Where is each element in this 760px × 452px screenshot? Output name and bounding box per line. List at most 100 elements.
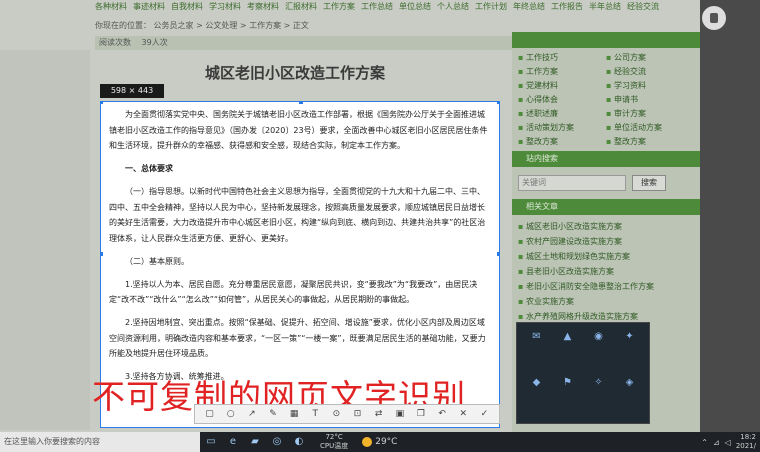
chevron-up-icon[interactable]: ⌃	[701, 438, 708, 447]
article-paragraph: 1.坚持以人为本、居民自愿。充分尊重居民意愿，凝聚居民共识，变“要我改”为“我要…	[109, 279, 478, 305]
system-tray: ⌃ ⊿ ◁ 18:2 2021/	[701, 433, 760, 451]
pin-tool-icon[interactable]: ⊙	[330, 409, 342, 419]
weather-temp: 29°C	[375, 437, 398, 447]
resize-handle[interactable]	[497, 102, 499, 104]
sidebar-category-grid: 工作技巧公司方案工作方案经验交流党建材料学习资料心得体会申请书述职述廉审计方案活…	[512, 48, 700, 151]
ellipse-tool-icon[interactable]: ○	[225, 409, 237, 419]
resize-handle[interactable]	[497, 252, 499, 256]
sidebar-category-link[interactable]: 审计方案	[606, 108, 694, 119]
sidebar-category-link[interactable]: 工作技巧	[518, 52, 606, 63]
nav-link[interactable]: 事迹材料	[133, 2, 165, 11]
sidebar-category-link[interactable]: 活动策划方案	[518, 122, 606, 133]
view-count-value: 39人次	[141, 38, 168, 47]
related-article-link[interactable]: 城区土地和规划绿色实施方案	[518, 249, 694, 264]
clock-date: 2021/	[735, 442, 756, 450]
tray-app-icon[interactable]: ⚑	[556, 377, 579, 415]
cpu-temperature: 72°C CPU温度	[320, 433, 348, 451]
nav-link[interactable]: 半年总结	[589, 2, 621, 11]
cpu-temp-value: 72°C	[325, 433, 343, 441]
sidebar-category-link[interactable]: 整改方案	[518, 136, 606, 147]
taskbar-search-input[interactable]: 在这里输入你要搜索的内容	[0, 432, 200, 452]
left-margin	[0, 50, 90, 430]
task-view-icon[interactable]: ▭	[200, 432, 222, 452]
selected-article-text: 为全面贯彻落实党中央、国务院关于城镇老旧小区改造工作部署，根据《国务院办公厅关于…	[101, 102, 499, 385]
tray-overflow-popup: ✉ ▲ ◉ ✦ ◆ ⚑ ✧ ◈	[516, 322, 650, 424]
taskbar: 在这里输入你要搜索的内容 ▭ e ▰ ◎ ◐ 72°C CPU温度 29°C ⌃…	[0, 432, 760, 452]
resize-handle[interactable]	[299, 102, 303, 104]
tray-app-icon[interactable]: ✦	[618, 331, 641, 369]
nav-link[interactable]: 工作方案	[323, 2, 355, 11]
translate-tool-icon[interactable]: ⇄	[373, 409, 385, 419]
sidebar-category-link[interactable]: 经验交流	[606, 66, 694, 77]
nav-link[interactable]: 年终总结	[513, 2, 545, 11]
mosaic-tool-icon[interactable]: ▦	[288, 409, 300, 419]
related-article-link[interactable]: 老旧小区消防安全隐患整治工作方案	[518, 279, 694, 294]
sidebar-category-link[interactable]: 单位活动方案	[606, 122, 694, 133]
view-count-label: 阅读次数	[99, 38, 131, 47]
weather-widget[interactable]: 29°C	[362, 437, 397, 447]
site-search-input[interactable]: 关键词	[518, 175, 626, 191]
site-search-button[interactable]: 搜索	[632, 175, 666, 191]
related-article-link[interactable]: 县老旧小区改造实施方案	[518, 264, 694, 279]
clock[interactable]: 18:2 2021/	[736, 433, 756, 451]
pen-tool-icon[interactable]: ✎	[267, 409, 279, 419]
save-tool-icon[interactable]: ▣	[394, 409, 406, 419]
sidebar-category-link[interactable]: 学习资料	[606, 80, 694, 91]
tray-app-icon[interactable]: ◉	[587, 331, 610, 369]
sidebar-category-link[interactable]: 党建材料	[518, 80, 606, 91]
nav-link[interactable]: 单位总结	[399, 2, 431, 11]
sidebar-head-related: 相关文章	[512, 199, 700, 215]
cpu-temp-label: CPU温度	[320, 442, 349, 450]
tray-app-icon[interactable]: ✧	[587, 377, 610, 415]
related-article-link[interactable]: 农村产园建设改造实施方案	[518, 234, 694, 249]
folder-icon[interactable]: ▰	[244, 432, 266, 452]
related-article-link[interactable]: 农业实施方案	[518, 294, 694, 309]
app-icon[interactable]: ◐	[288, 432, 310, 452]
related-article-link[interactable]: 城区老旧小区改造实施方案	[518, 219, 694, 234]
network-icon[interactable]: ⊿	[713, 438, 720, 447]
screenshot-toolbar: ▢ ○ ↗ ✎ ▦ T ⊙ ⊡ ⇄ ▣ ❐ ↶ ✕ ✓	[194, 404, 500, 424]
selection-size-label: 598 × 443	[100, 84, 164, 98]
floating-record-button[interactable]	[702, 6, 726, 30]
nav-link[interactable]: 工作计划	[475, 2, 507, 11]
nav-link[interactable]: 个人总结	[437, 2, 469, 11]
arrow-tool-icon[interactable]: ↗	[246, 409, 258, 419]
sidebar-head-categories	[512, 32, 700, 48]
undo-tool-icon[interactable]: ↶	[436, 409, 448, 419]
sidebar-head-search: 站内搜索	[512, 151, 700, 167]
volume-icon[interactable]: ◁	[725, 438, 731, 447]
rect-tool-icon[interactable]: ▢	[204, 409, 216, 419]
tray-app-icon[interactable]: ◆	[525, 377, 548, 415]
article-paragraph: 2.坚持因地制宜、突出重点。按照“保基础、促提升、拓空间、增设施”要求，优化小区…	[109, 318, 486, 358]
confirm-tool-icon[interactable]: ✓	[478, 409, 490, 419]
sidebar-category-link[interactable]: 公司方案	[606, 52, 694, 63]
right-panel	[700, 0, 760, 432]
nav-link[interactable]: 考察材料	[247, 2, 279, 11]
copy-tool-icon[interactable]: ❐	[415, 409, 427, 419]
sidebar-category-link[interactable]: 申请书	[606, 94, 694, 105]
nav-link[interactable]: 学习材料	[209, 2, 241, 11]
resize-handle[interactable]	[101, 252, 103, 256]
app-icon[interactable]: ◎	[266, 432, 288, 452]
close-tool-icon[interactable]: ✕	[457, 409, 469, 419]
nav-link[interactable]: 经验交流	[627, 2, 659, 11]
tray-app-icon[interactable]: ◈	[618, 377, 641, 415]
nav-link[interactable]: 自我材料	[171, 2, 203, 11]
resize-handle[interactable]	[101, 102, 103, 104]
ocr-tool-icon[interactable]: ⊡	[352, 409, 364, 419]
tray-app-icon[interactable]: ▲	[556, 331, 579, 369]
nav-link[interactable]: 工作报告	[551, 2, 583, 11]
nav-link[interactable]: 工作总结	[361, 2, 393, 11]
view-count: 阅读次数 39人次	[95, 36, 515, 50]
nav-link[interactable]: 汇报材料	[285, 2, 317, 11]
sidebar-category-link[interactable]: 述职述廉	[518, 108, 606, 119]
sidebar-category-link[interactable]: 心得体会	[518, 94, 606, 105]
nav-link[interactable]: 各种材料	[95, 2, 127, 11]
edge-icon[interactable]: e	[222, 432, 244, 452]
article-title: 城区老旧小区改造工作方案	[204, 64, 385, 82]
text-tool-icon[interactable]: T	[309, 409, 321, 419]
sidebar-category-link[interactable]: 工作方案	[518, 66, 606, 77]
article-paragraph: （一）指导思想。以新时代中国特色社会主义思想为指导，全面贯彻党的十九大和十九届二…	[109, 187, 486, 243]
tray-app-icon[interactable]: ✉	[525, 331, 548, 369]
sidebar-category-link[interactable]: 整改方案	[606, 136, 694, 147]
